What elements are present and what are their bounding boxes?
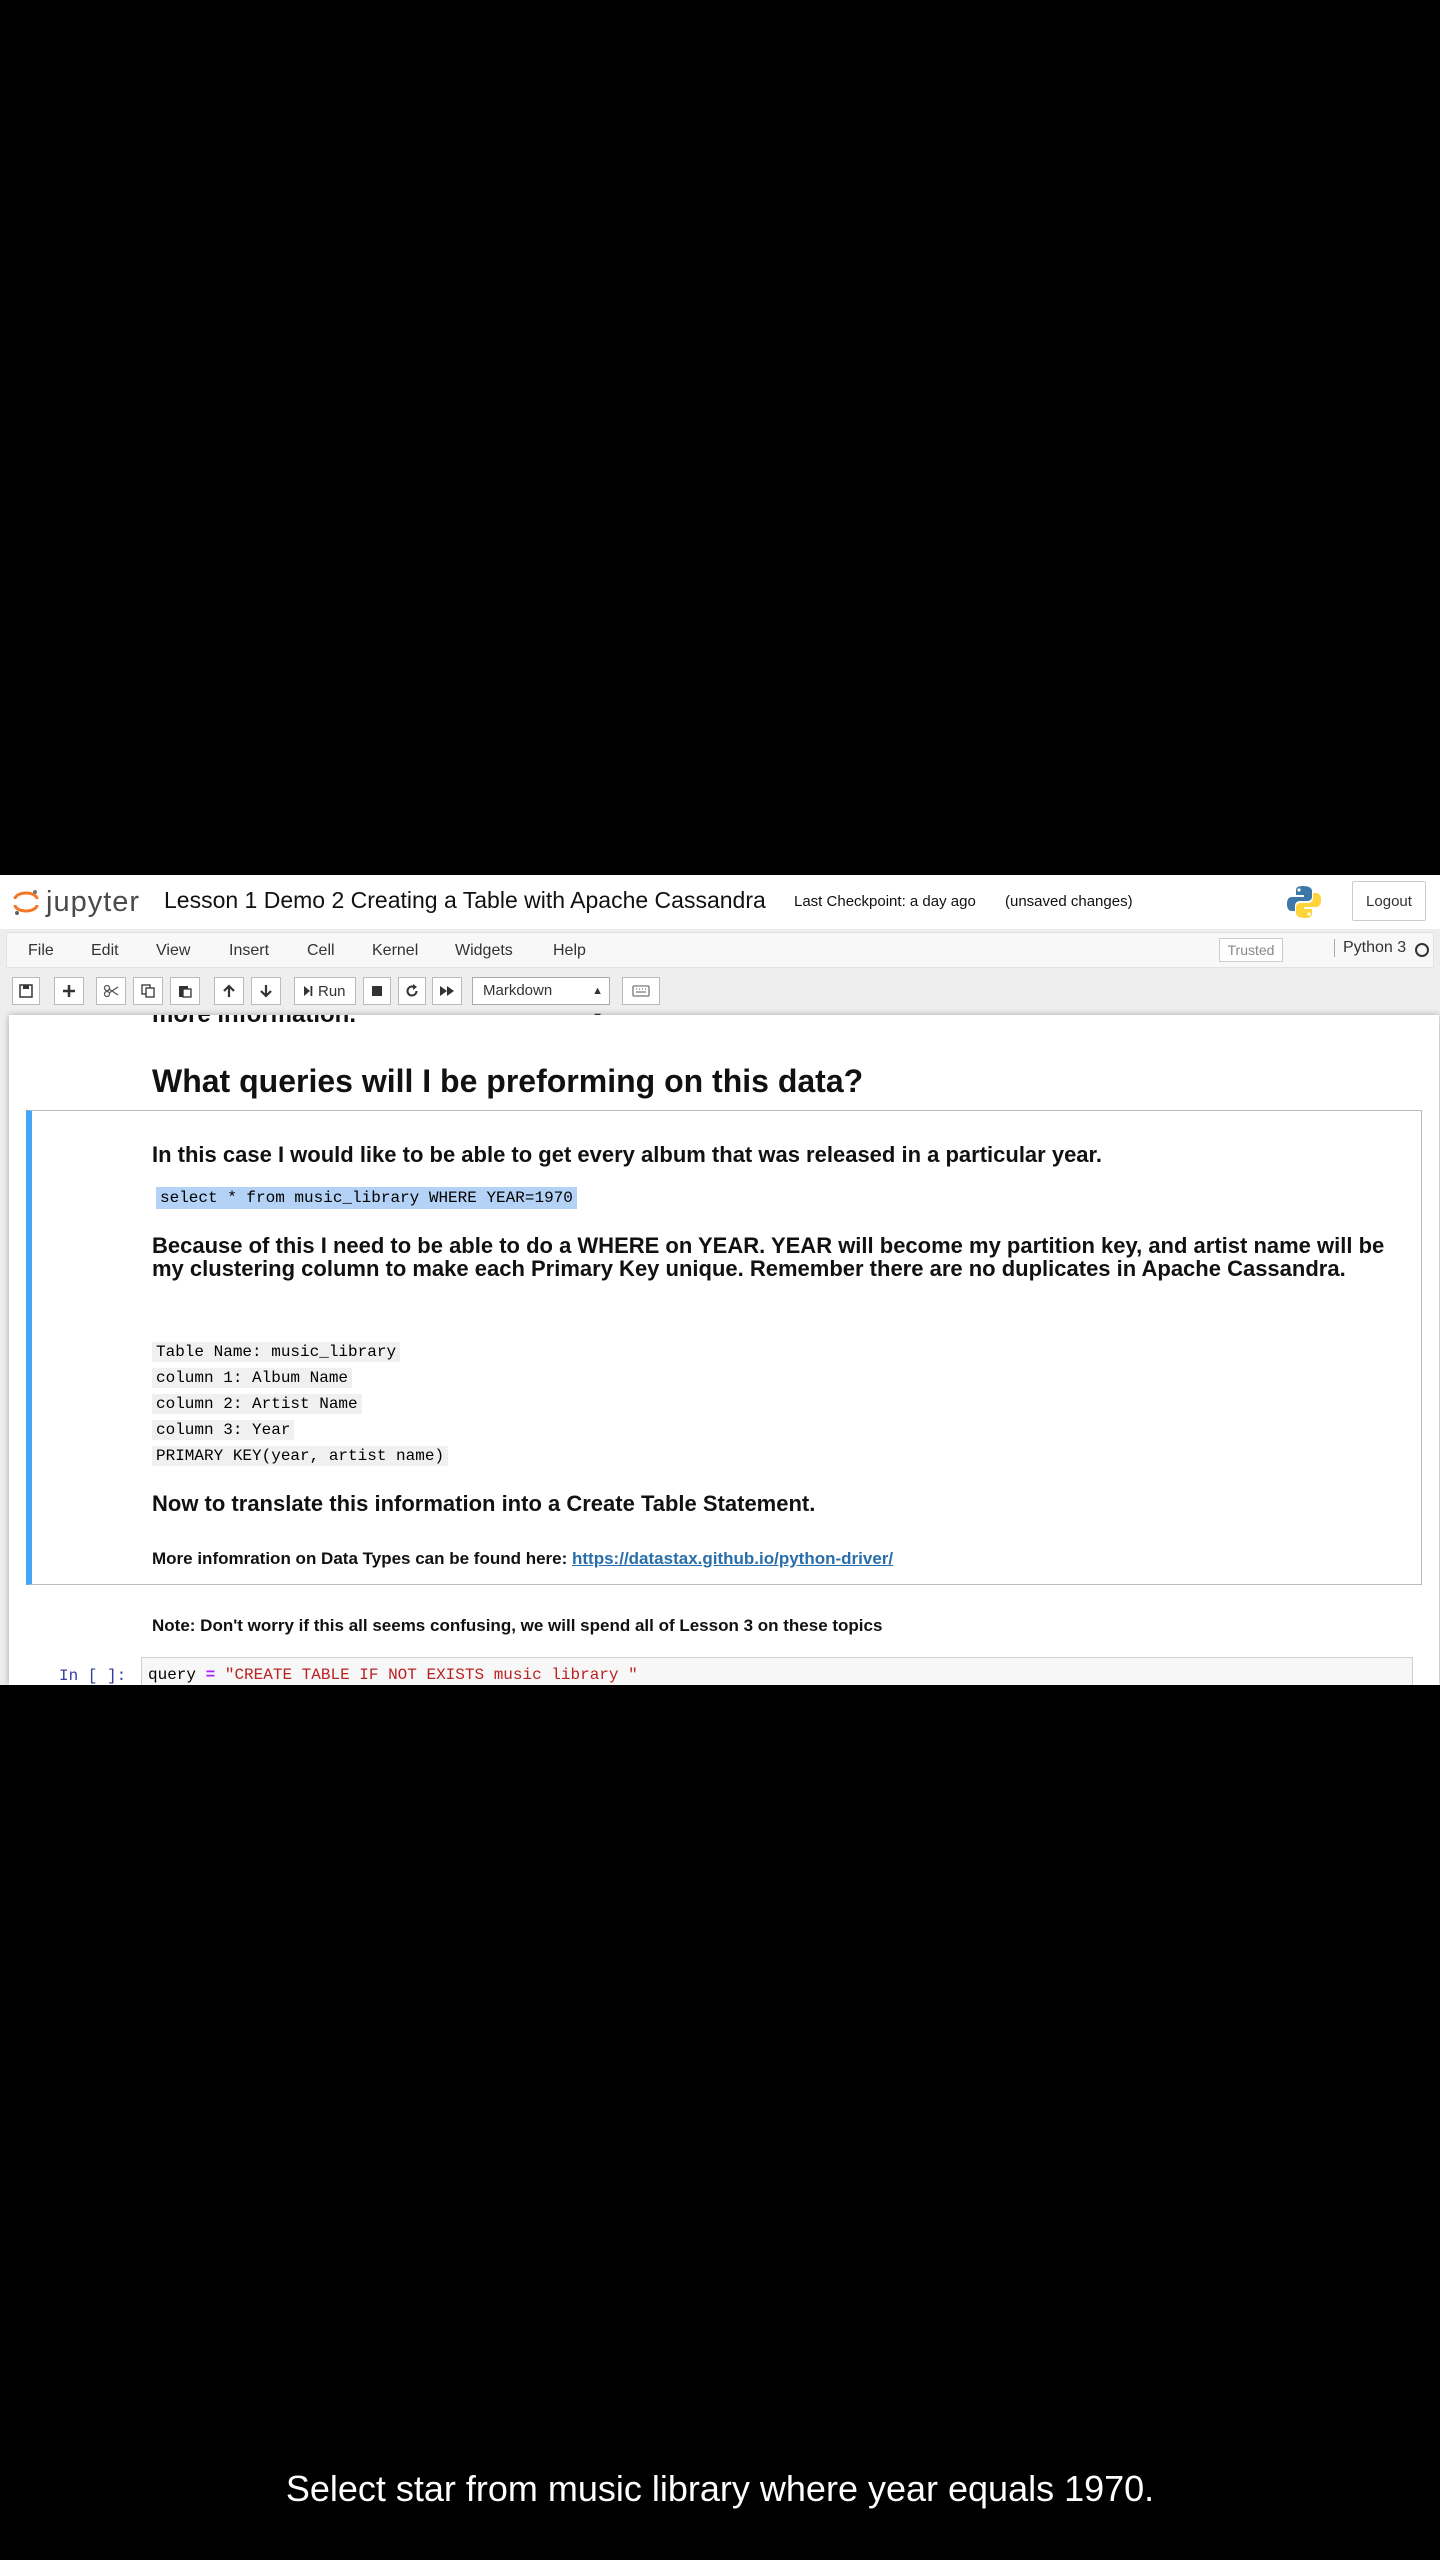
toolbar: Run Markdown ▲▼ — [0, 971, 1440, 1023]
save-icon — [19, 984, 33, 998]
menu-edit[interactable]: Edit — [91, 942, 119, 960]
cell-type-select[interactable]: Markdown ▲▼ — [472, 977, 610, 1023]
python-logo-icon — [1286, 884, 1322, 920]
scissors-icon — [103, 984, 119, 998]
menu-file[interactable]: File — [28, 942, 54, 960]
intro-text: In this case I would like to be able to … — [152, 1142, 1103, 1167]
arrow-up-icon — [222, 984, 236, 998]
jupyter-logo-icon — [12, 888, 40, 916]
cell-type-value: Markdown — [483, 982, 553, 999]
datatypes-text: More infomration on Data Types can be fo… — [152, 1549, 568, 1568]
move-up-button[interactable] — [214, 977, 244, 1005]
copy-button[interactable] — [133, 977, 163, 1005]
menu-bar: File Edit View Insert Cell Kernel Widget… — [6, 932, 1434, 968]
header-bar: jupyter Lesson 1 Demo 2 Creating a Table… — [0, 875, 1440, 929]
note-text: Note: Don't worry if this all seems conf… — [152, 1616, 883, 1635]
table-spec-line: PRIMARY KEY(year, artist name) — [152, 1446, 449, 1466]
datatypes-link[interactable]: https://datastax.github.io/python-driver… — [572, 1549, 893, 1568]
explanation-text: Because of this I need to be able to do … — [152, 1233, 1385, 1281]
trusted-indicator[interactable]: Trusted — [1219, 938, 1283, 962]
datatypes-line: More infomration on Data Types can be fo… — [152, 1549, 893, 1569]
menu-kernel[interactable]: Kernel — [372, 942, 418, 960]
code-input-cell[interactable]: query = "CREATE TABLE IF NOT EXISTS musi… — [141, 1657, 1413, 1685]
menu-help[interactable]: Help — [553, 942, 586, 960]
input-prompt: In [ ]: — [59, 1667, 127, 1685]
logo-text: jupyter — [46, 885, 141, 918]
section-heading: What queries will I be preforming on thi… — [152, 1063, 864, 1099]
copy-icon — [141, 984, 155, 998]
code-operator: = — [205, 1666, 216, 1684]
save-button[interactable] — [12, 977, 40, 1005]
menu-view[interactable]: View — [156, 942, 190, 960]
stop-icon — [371, 985, 383, 997]
jupyter-logo[interactable]: jupyter — [12, 885, 140, 919]
video-caption: Select star from music library where yea… — [285, 2468, 1155, 2509]
menu-insert[interactable]: Insert — [229, 942, 269, 960]
move-down-button[interactable] — [251, 977, 281, 1005]
unsaved-status: (unsaved changes) — [1005, 893, 1133, 910]
jupyter-window: jupyter Lesson 1 Demo 2 Creating a Table… — [0, 875, 1440, 1685]
menu-widgets[interactable]: Widgets — [455, 942, 513, 960]
run-button[interactable]: Run — [294, 977, 356, 1005]
cut-button[interactable] — [96, 977, 126, 1005]
table-spec-line: column 1: Album Name — [152, 1368, 353, 1388]
table-spec-line: Table Name: music_library — [152, 1342, 401, 1362]
notebook-container: more information. What queries will I be… — [9, 1015, 1439, 1685]
previous-cell-text: more information. — [152, 1015, 356, 1029]
restart-run-all-button[interactable] — [432, 977, 462, 1005]
insert-cell-button[interactable] — [54, 977, 84, 1005]
menu-cell[interactable]: Cell — [307, 942, 335, 960]
fast-forward-icon — [439, 985, 455, 997]
paste-icon — [178, 984, 192, 998]
paste-button[interactable] — [170, 977, 200, 1005]
plus-icon — [62, 984, 76, 998]
step-forward-icon — [303, 985, 313, 997]
keyboard-icon — [632, 985, 650, 997]
code-var: query — [148, 1666, 197, 1684]
interrupt-button[interactable] — [363, 977, 391, 1005]
code-string: "CREATE TABLE IF NOT EXISTS music librar… — [224, 1666, 638, 1684]
command-palette-button[interactable] — [622, 977, 660, 1005]
kernel-name: Python 3 — [1334, 939, 1406, 957]
translate-heading: Now to translate this information into a… — [152, 1491, 816, 1516]
query-code[interactable]: select * from music_library WHERE YEAR=1… — [156, 1187, 577, 1209]
table-spec-line: column 2: Artist Name — [152, 1394, 362, 1414]
arrow-down-icon — [259, 984, 273, 998]
run-label: Run — [318, 982, 346, 1000]
table-spec-line: column 3: Year — [152, 1420, 295, 1440]
restart-button[interactable] — [398, 977, 426, 1005]
notebook-title[interactable]: Lesson 1 Demo 2 Creating a Table with Ap… — [164, 887, 766, 914]
logout-button[interactable]: Logout — [1352, 881, 1426, 921]
kernel-status-icon — [1415, 943, 1429, 957]
checkpoint-status: Last Checkpoint: a day ago — [794, 893, 976, 910]
restart-icon — [405, 984, 419, 998]
